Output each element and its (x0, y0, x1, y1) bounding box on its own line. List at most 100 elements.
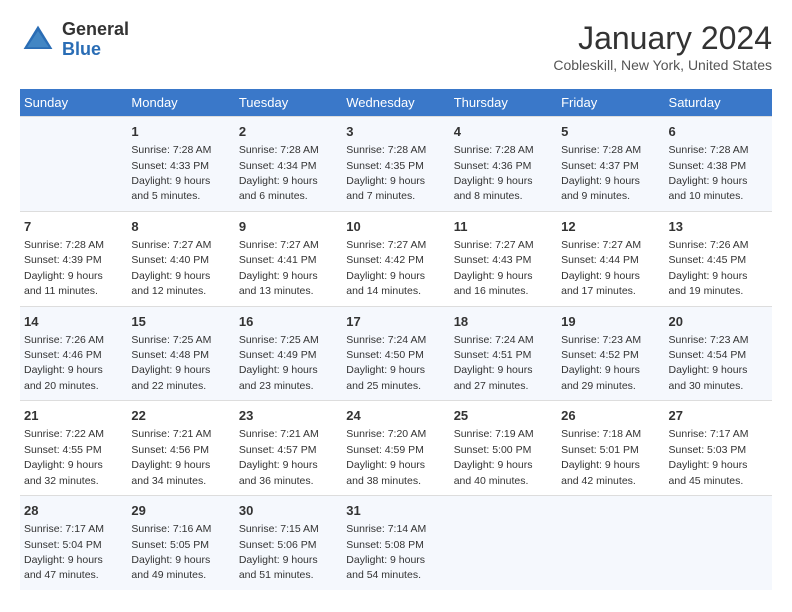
location-text: Cobleskill, New York, United States (553, 57, 772, 73)
calendar-cell: 20 Sunrise: 7:23 AM Sunset: 4:54 PM Dayli… (665, 306, 772, 401)
calendar-cell: 11 Sunrise: 7:27 AM Sunset: 4:43 PM Dayli… (450, 211, 557, 306)
calendar-week-row: 14 Sunrise: 7:26 AM Sunset: 4:46 PM Dayli… (20, 306, 772, 401)
calendar-cell: 17 Sunrise: 7:24 AM Sunset: 4:50 PM Dayli… (342, 306, 449, 401)
day-info: Sunrise: 7:27 AM Sunset: 4:40 PM Dayligh… (131, 239, 211, 297)
day-info: Sunrise: 7:28 AM Sunset: 4:38 PM Dayligh… (669, 144, 749, 202)
day-number: 12 (561, 218, 660, 236)
day-info: Sunrise: 7:28 AM Sunset: 4:36 PM Dayligh… (454, 144, 534, 202)
day-number: 13 (669, 218, 768, 236)
calendar-cell: 6 Sunrise: 7:28 AM Sunset: 4:38 PM Daylig… (665, 117, 772, 212)
day-number: 17 (346, 313, 445, 331)
logo-general-text: General (62, 20, 129, 40)
calendar-cell (557, 496, 664, 590)
day-info: Sunrise: 7:28 AM Sunset: 4:37 PM Dayligh… (561, 144, 641, 202)
day-number: 9 (239, 218, 338, 236)
calendar-cell: 30Sunrise: 7:15 AM Sunset: 5:06 PM Dayli… (235, 496, 342, 590)
day-info: Sunrise: 7:16 AM Sunset: 5:05 PM Dayligh… (131, 523, 211, 581)
calendar-week-row: 1 Sunrise: 7:28 AM Sunset: 4:33 PM Daylig… (20, 117, 772, 212)
weekday-header-tuesday: Tuesday (235, 89, 342, 117)
day-info: Sunrise: 7:25 AM Sunset: 4:48 PM Dayligh… (131, 334, 211, 392)
logo-text: General Blue (62, 20, 129, 60)
day-info: Sunrise: 7:22 AM Sunset: 4:55 PM Dayligh… (24, 428, 104, 486)
calendar-cell: 29Sunrise: 7:16 AM Sunset: 5:05 PM Dayli… (127, 496, 234, 590)
day-number: 6 (669, 123, 768, 141)
day-number: 18 (454, 313, 553, 331)
calendar-cell: 22Sunrise: 7:21 AM Sunset: 4:56 PM Dayli… (127, 401, 234, 496)
weekday-header-thursday: Thursday (450, 89, 557, 117)
calendar-week-row: 21 Sunrise: 7:22 AM Sunset: 4:55 PM Dayli… (20, 401, 772, 496)
calendar-cell (450, 496, 557, 590)
calendar-week-row: 28Sunrise: 7:17 AM Sunset: 5:04 PM Dayli… (20, 496, 772, 590)
calendar-cell: 26 Sunrise: 7:18 AM Sunset: 5:01 PM Dayli… (557, 401, 664, 496)
day-number: 8 (131, 218, 230, 236)
day-info: Sunrise: 7:24 AM Sunset: 4:51 PM Dayligh… (454, 334, 534, 392)
calendar-cell: 18 Sunrise: 7:24 AM Sunset: 4:51 PM Dayli… (450, 306, 557, 401)
day-info: Sunrise: 7:28 AM Sunset: 4:34 PM Dayligh… (239, 144, 319, 202)
calendar-cell: 16 Sunrise: 7:25 AM Sunset: 4:49 PM Dayli… (235, 306, 342, 401)
day-info: Sunrise: 7:26 AM Sunset: 4:46 PM Dayligh… (24, 334, 104, 392)
day-number: 20 (669, 313, 768, 331)
day-info: Sunrise: 7:21 AM Sunset: 4:57 PM Dayligh… (239, 428, 319, 486)
calendar-cell: 9Sunrise: 7:27 AM Sunset: 4:41 PM Daylig… (235, 211, 342, 306)
day-info: Sunrise: 7:20 AM Sunset: 4:59 PM Dayligh… (346, 428, 426, 486)
day-info: Sunrise: 7:25 AM Sunset: 4:49 PM Dayligh… (239, 334, 319, 392)
day-info: Sunrise: 7:23 AM Sunset: 4:54 PM Dayligh… (669, 334, 749, 392)
day-info: Sunrise: 7:21 AM Sunset: 4:56 PM Dayligh… (131, 428, 211, 486)
calendar-cell: 2 Sunrise: 7:28 AM Sunset: 4:34 PM Daylig… (235, 117, 342, 212)
day-number: 1 (131, 123, 230, 141)
day-number: 26 (561, 407, 660, 425)
day-number: 14 (24, 313, 123, 331)
calendar-cell (20, 117, 127, 212)
day-info: Sunrise: 7:14 AM Sunset: 5:08 PM Dayligh… (346, 523, 426, 581)
day-number: 2 (239, 123, 338, 141)
day-number: 15 (131, 313, 230, 331)
day-number: 5 (561, 123, 660, 141)
day-number: 23 (239, 407, 338, 425)
day-number: 4 (454, 123, 553, 141)
calendar-cell: 10Sunrise: 7:27 AM Sunset: 4:42 PM Dayli… (342, 211, 449, 306)
calendar-week-row: 7Sunrise: 7:28 AM Sunset: 4:39 PM Daylig… (20, 211, 772, 306)
calendar-cell: 8 Sunrise: 7:27 AM Sunset: 4:40 PM Daylig… (127, 211, 234, 306)
calendar-cell: 1 Sunrise: 7:28 AM Sunset: 4:33 PM Daylig… (127, 117, 234, 212)
day-info: Sunrise: 7:19 AM Sunset: 5:00 PM Dayligh… (454, 428, 534, 486)
day-number: 31 (346, 502, 445, 520)
month-title: January 2024 (553, 20, 772, 57)
day-info: Sunrise: 7:17 AM Sunset: 5:04 PM Dayligh… (24, 523, 104, 581)
title-block: January 2024 Cobleskill, New York, Unite… (553, 20, 772, 73)
weekday-header-wednesday: Wednesday (342, 89, 449, 117)
day-number: 30 (239, 502, 338, 520)
day-number: 27 (669, 407, 768, 425)
logo-blue-text: Blue (62, 40, 129, 60)
calendar-cell (665, 496, 772, 590)
calendar-cell: 3Sunrise: 7:28 AM Sunset: 4:35 PM Daylig… (342, 117, 449, 212)
logo: General Blue (20, 20, 129, 60)
weekday-header-saturday: Saturday (665, 89, 772, 117)
day-number: 10 (346, 218, 445, 236)
day-number: 11 (454, 218, 553, 236)
day-number: 21 (24, 407, 123, 425)
calendar-cell: 12 Sunrise: 7:27 AM Sunset: 4:44 PM Dayli… (557, 211, 664, 306)
calendar-cell: 7Sunrise: 7:28 AM Sunset: 4:39 PM Daylig… (20, 211, 127, 306)
calendar-cell: 31 Sunrise: 7:14 AM Sunset: 5:08 PM Dayli… (342, 496, 449, 590)
day-number: 25 (454, 407, 553, 425)
day-number: 3 (346, 123, 445, 141)
day-number: 19 (561, 313, 660, 331)
logo-icon (20, 22, 56, 58)
day-info: Sunrise: 7:27 AM Sunset: 4:43 PM Dayligh… (454, 239, 534, 297)
calendar-cell: 25 Sunrise: 7:19 AM Sunset: 5:00 PM Dayli… (450, 401, 557, 496)
calendar-cell: 23 Sunrise: 7:21 AM Sunset: 4:57 PM Dayli… (235, 401, 342, 496)
day-info: Sunrise: 7:27 AM Sunset: 4:44 PM Dayligh… (561, 239, 641, 297)
calendar-header-row: SundayMondayTuesdayWednesdayThursdayFrid… (20, 89, 772, 117)
calendar-cell: 5 Sunrise: 7:28 AM Sunset: 4:37 PM Daylig… (557, 117, 664, 212)
calendar-cell: 27 Sunrise: 7:17 AM Sunset: 5:03 PM Dayli… (665, 401, 772, 496)
day-info: Sunrise: 7:26 AM Sunset: 4:45 PM Dayligh… (669, 239, 749, 297)
day-number: 16 (239, 313, 338, 331)
day-number: 24 (346, 407, 445, 425)
day-info: Sunrise: 7:28 AM Sunset: 4:33 PM Dayligh… (131, 144, 211, 202)
calendar-cell: 4 Sunrise: 7:28 AM Sunset: 4:36 PM Daylig… (450, 117, 557, 212)
calendar-cell: 14 Sunrise: 7:26 AM Sunset: 4:46 PM Dayli… (20, 306, 127, 401)
day-info: Sunrise: 7:17 AM Sunset: 5:03 PM Dayligh… (669, 428, 749, 486)
day-info: Sunrise: 7:18 AM Sunset: 5:01 PM Dayligh… (561, 428, 641, 486)
day-info: Sunrise: 7:24 AM Sunset: 4:50 PM Dayligh… (346, 334, 426, 392)
weekday-header-sunday: Sunday (20, 89, 127, 117)
